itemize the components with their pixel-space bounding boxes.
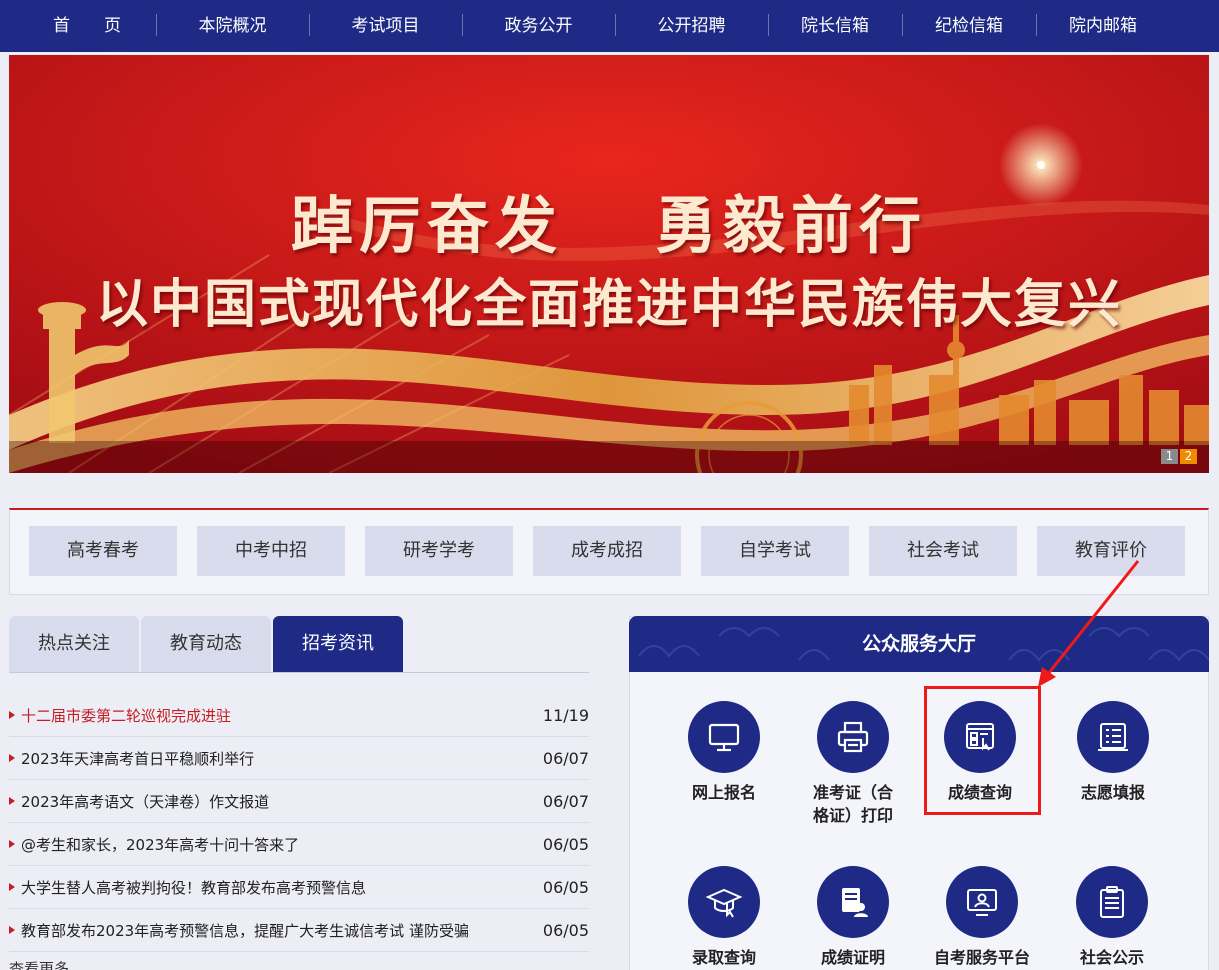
nav-recruitment[interactable]: 公开招聘	[615, 6, 768, 46]
category-yankao[interactable]: 研考学考	[365, 526, 513, 576]
nav-home[interactable]: 首 页	[18, 6, 156, 46]
bullet-triangle-icon	[9, 883, 15, 891]
news-date: 11/19	[542, 705, 589, 725]
tab-admission-news[interactable]: 招考资讯	[273, 616, 403, 672]
service-label: 自考服务平台	[933, 948, 1030, 967]
slide-dot-1[interactable]: 1	[1161, 449, 1178, 464]
category-zixue[interactable]: 自学考试	[701, 526, 849, 576]
tab-edu-news[interactable]: 教育动态	[141, 616, 271, 672]
annotation-highlight-box	[924, 686, 1041, 815]
annotation-arrow-icon	[1038, 560, 1140, 687]
service-admission-query[interactable]: 录取查询	[669, 866, 779, 969]
more-link[interactable]: 查看更多	[9, 958, 69, 970]
slide-pager: 1 2	[1161, 449, 1197, 464]
top-nav: 首 页 本院概况 考试项目 政务公开 公开招聘 院长信箱 纪检信箱 院内邮箱	[0, 0, 1219, 52]
monitor-icon	[688, 701, 760, 773]
banner-caption-strip	[9, 441, 1209, 473]
bullet-triangle-icon	[9, 926, 15, 934]
certificate-icon	[817, 866, 889, 938]
service-score-certificate[interactable]: 成绩证明	[798, 866, 908, 969]
exam-category-box: 高考春考 中考中招 研考学考 成考成招 自学考试 社会考试 教育评价	[9, 508, 1209, 595]
news-title[interactable]: 2023年高考语文（天津卷）作文报道	[21, 791, 539, 812]
service-self-exam-platform[interactable]: 自考服务平台	[927, 866, 1037, 969]
bullet-triangle-icon	[9, 797, 15, 805]
banner-slogan-left: 踔厉奋发	[290, 189, 563, 262]
service-label: 录取查询	[691, 948, 756, 967]
category-social-exam[interactable]: 社会考试	[869, 526, 1017, 576]
category-zhongkao[interactable]: 中考中招	[197, 526, 345, 576]
tab-hot-topics[interactable]: 热点关注	[9, 616, 139, 672]
nav-discipline-mailbox[interactable]: 纪检信箱	[902, 6, 1036, 46]
bullet-triangle-icon	[9, 711, 15, 719]
nav-about[interactable]: 本院概况	[156, 6, 309, 46]
news-date: 06/07	[542, 791, 589, 811]
service-label: 准考证（合格证）打印	[812, 783, 893, 825]
news-date: 06/07	[542, 748, 589, 768]
list-item[interactable]: 十二届市委第二轮巡视完成进驻 11/19	[9, 694, 589, 737]
nav-exams[interactable]: 考试项目	[309, 6, 462, 46]
news-list: 十二届市委第二轮巡视完成进驻 11/19 2023年天津高考首日平稳顺利举行 0…	[9, 694, 589, 952]
category-gaokao[interactable]: 高考春考	[29, 526, 177, 576]
service-label: 社会公示	[1079, 948, 1144, 967]
list-item[interactable]: 2023年高考语文（天津卷）作文报道 06/07	[9, 780, 589, 823]
bullet-triangle-icon	[9, 840, 15, 848]
banner-slogan-right: 勇毅前行	[655, 189, 928, 262]
slide-dot-2[interactable]: 2	[1180, 449, 1197, 464]
service-online-registration[interactable]: 网上报名	[669, 701, 779, 804]
list-item[interactable]: 教育部发布2023年高考预警信息，提醒广大考生诚信考试 谨防受骗 06/05	[9, 909, 589, 952]
service-admission-ticket-print[interactable]: 准考证（合格证）打印	[798, 701, 908, 827]
user-screen-icon	[946, 866, 1018, 938]
nav-internal-mail[interactable]: 院内邮箱	[1036, 6, 1170, 46]
form-list-icon	[1077, 701, 1149, 773]
banner-slogan-line2: 以中国式现代化全面推进中华民族伟大复兴	[95, 274, 1122, 335]
news-date: 06/05	[542, 920, 589, 940]
news-title[interactable]: 教育部发布2023年高考预警信息，提醒广大考生诚信考试 谨防受骗	[21, 920, 539, 941]
list-item[interactable]: @考生和家长，2023年高考十问十答来了 06/05	[9, 823, 589, 866]
service-public-notice[interactable]: 社会公示	[1057, 866, 1167, 969]
service-hall-title: 公众服务大厅	[861, 633, 976, 655]
list-item[interactable]: 2023年天津高考首日平稳顺利举行 06/07	[9, 737, 589, 780]
service-label: 志愿填报	[1080, 783, 1145, 802]
news-title[interactable]: 大学生替人高考被判拘役！教育部发布高考预警信息	[21, 877, 539, 898]
clipboard-icon	[1076, 866, 1148, 938]
service-label: 成绩证明	[820, 948, 885, 967]
news-title[interactable]: 十二届市委第二轮巡视完成进驻	[21, 705, 539, 726]
nav-president-mailbox[interactable]: 院长信箱	[768, 6, 902, 46]
printer-icon	[817, 701, 889, 773]
category-chengkao[interactable]: 成考成招	[533, 526, 681, 576]
news-title[interactable]: 2023年天津高考首日平稳顺利举行	[21, 748, 539, 769]
news-tabs: 热点关注 教育动态 招考资讯	[9, 616, 589, 673]
news-date: 06/05	[542, 834, 589, 854]
banner-slogan-line1: 踔厉奋发 勇毅前行	[9, 175, 1209, 265]
service-label: 网上报名	[691, 783, 756, 802]
nav-affairs[interactable]: 政务公开	[462, 6, 615, 46]
news-date: 06/05	[542, 877, 589, 897]
graduation-cap-icon	[688, 866, 760, 938]
service-volunteer-filling[interactable]: 志愿填报	[1058, 701, 1168, 804]
list-item[interactable]: 大学生替人高考被判拘役！教育部发布高考预警信息 06/05	[9, 866, 589, 909]
bullet-triangle-icon	[9, 754, 15, 762]
news-title[interactable]: @考生和家长，2023年高考十问十答来了	[21, 834, 539, 855]
hero-banner[interactable]: 踔厉奋发 勇毅前行 以中国式现代化全面推进中华民族伟大复兴 1 2	[9, 55, 1209, 473]
